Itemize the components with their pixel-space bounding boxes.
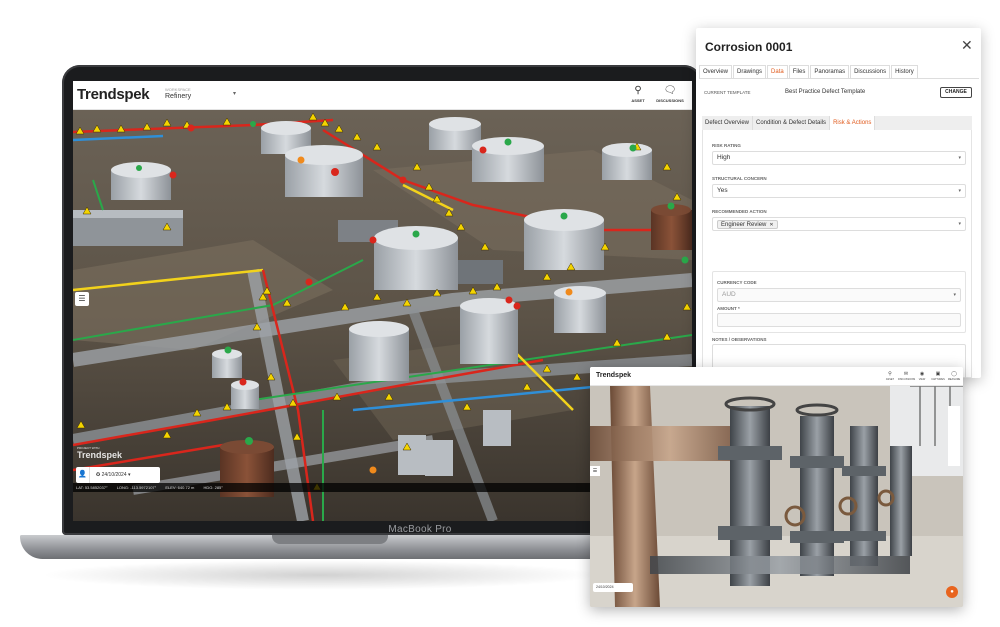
subtab-condition-details[interactable]: Condition & Defect Details xyxy=(753,116,831,130)
panorama-360-view[interactable] xyxy=(590,386,963,607)
app-topbar: Trendspek WORKSPACE Refinery ▾ ⚲ ASSET 🗨… xyxy=(73,81,692,110)
watermark-name: Trendspek xyxy=(77,450,123,460)
pano-measure-button[interactable]: ◯ MEASURE xyxy=(946,371,962,381)
eye-icon: ◉ xyxy=(919,371,925,377)
chat-icon: 🗨 xyxy=(663,85,677,96)
pano-asset-label: ASSET xyxy=(885,378,895,381)
risk-actions-form: RISK RATING High ▾ STRUCTURAL CONCERN Ye… xyxy=(702,130,972,378)
panorama-topbar: Trendspek ⚲ ASSET ✉ DISCUSSIONS ◉ VIEW ▣ CAP… xyxy=(590,367,963,386)
chevron-down-icon: ▾ xyxy=(128,472,131,478)
laptop-base xyxy=(20,535,640,559)
coord-heading: HDG: 285° xyxy=(203,485,223,490)
panel-tabs: Overview Drawings Data Files Panoramas D… xyxy=(699,65,979,79)
tag-label: Engineer Review xyxy=(721,222,767,228)
drone-icon: ✪ xyxy=(96,472,101,478)
pano-date-value: 24/10/2024 xyxy=(596,585,614,589)
tab-discussions[interactable]: Discussions xyxy=(850,65,891,78)
pano-asset-button[interactable]: ⚲ ASSET xyxy=(882,371,898,381)
chevron-down-icon: ▾ xyxy=(953,292,956,298)
laptop-model-label: MacBook Pro xyxy=(388,524,452,535)
discussions-label: DISCUSSIONS xyxy=(656,98,684,103)
defect-title: Corrosion 0001 xyxy=(705,40,793,54)
pano-layers-button[interactable]: ☰ xyxy=(590,466,600,476)
pano-view-label: VIEW xyxy=(918,378,926,381)
defect-data-panel: Corrosion 0001 ✕ Overview Drawings Data … xyxy=(696,28,981,378)
user-icon[interactable]: 👤 xyxy=(76,467,90,483)
coord-lat: LAT: 53.5852037° xyxy=(76,485,108,490)
recommended-action-tag[interactable]: Engineer Review ✕ xyxy=(717,220,778,229)
chevron-down-icon[interactable]: ▾ xyxy=(233,90,236,97)
template-value: Best Practice Defect Template xyxy=(785,89,866,95)
pano-discussions-label: DISCUSSIONS xyxy=(898,378,916,381)
amount-label: AMOUNT * xyxy=(717,306,740,311)
pano-measure-label: MEASURE xyxy=(947,378,961,381)
pano-discussions-button[interactable]: ✉ DISCUSSIONS xyxy=(898,371,916,381)
coord-long: LONG: -113.5972107° xyxy=(116,485,157,490)
panorama-logo: Trendspek xyxy=(596,372,632,379)
defect-subtabs: Defect Overview Condition & Defect Detai… xyxy=(702,116,972,130)
tab-files[interactable]: Files xyxy=(788,65,810,78)
cost-group: CURRENCY CODE AUD ▾ AMOUNT * xyxy=(712,271,966,333)
currency-code-value: AUD xyxy=(722,291,736,298)
pano-captures-button[interactable]: ▣ CAPTURES xyxy=(930,371,946,381)
ruler-icon: ◯ xyxy=(951,371,957,377)
pano-capture-date[interactable]: 24/10/2024 xyxy=(593,583,633,592)
risk-rating-label: RISK RATING xyxy=(712,143,741,148)
structural-concern-value: Yes xyxy=(717,187,728,194)
capture-date: 24/10/2024 xyxy=(101,472,127,478)
tab-data[interactable]: Data xyxy=(767,65,788,78)
tab-history[interactable]: History xyxy=(891,65,918,78)
chat-icon: ✉ xyxy=(903,371,909,377)
pano-captures-label: CAPTURES xyxy=(931,378,945,381)
chevron-down-icon: ▾ xyxy=(958,155,961,161)
close-icon[interactable]: ✕ xyxy=(961,38,973,52)
structural-concern-label: STRUCTURAL CONCERN xyxy=(712,176,767,181)
subtab-defect-overview[interactable]: Defect Overview xyxy=(702,116,754,130)
tab-drawings[interactable]: Drawings xyxy=(733,65,767,78)
template-caption: CURRENT TEMPLATE xyxy=(704,90,751,95)
tab-panoramas[interactable]: Panoramas xyxy=(810,65,850,78)
pano-view-button[interactable]: ◉ VIEW xyxy=(914,371,930,381)
recommended-action-select[interactable]: Engineer Review ✕ ▾ xyxy=(712,217,966,231)
subtab-risk-actions[interactable]: Risk & Actions xyxy=(830,116,876,130)
camera-icon: ▣ xyxy=(935,371,941,377)
structural-concern-select[interactable]: Yes ▾ xyxy=(712,184,966,198)
layers-list-button[interactable]: ☰ xyxy=(75,292,89,306)
notes-label: NOTES / OBSERVATIONS xyxy=(712,337,767,342)
laptop-shadow xyxy=(40,560,600,590)
chevron-down-icon: ▾ xyxy=(958,188,961,194)
risk-rating-select[interactable]: High ▾ xyxy=(712,151,966,165)
marketing-composite: MacBook Pro Trendspek WORKSPACE Refinery… xyxy=(0,0,1000,627)
change-template-button[interactable]: CHANGE xyxy=(940,87,972,98)
coord-elev: ELEV: 640.72 m xyxy=(165,485,195,490)
amount-input[interactable] xyxy=(717,313,961,327)
support-chat-icon[interactable]: ● xyxy=(946,586,958,598)
risk-rating-value: High xyxy=(717,154,731,161)
discussions-button[interactable]: 🗨 DISCUSSIONS xyxy=(650,85,690,103)
site-selector-value: Refinery xyxy=(165,93,192,100)
currency-code-select[interactable]: AUD ▾ xyxy=(717,288,961,302)
capture-controls: 👤 ✪ 24/10/2024 ▾ xyxy=(76,467,160,483)
laptop-notch xyxy=(272,535,388,544)
site-selector-caption: WORKSPACE xyxy=(165,87,191,92)
project-watermark: PROJECT WITH Trendspek xyxy=(77,446,122,460)
chevron-down-icon: ▾ xyxy=(958,221,961,227)
currency-code-label: CURRENCY CODE xyxy=(717,280,757,285)
tab-overview[interactable]: Overview xyxy=(699,65,733,78)
panorama-window: Trendspek ⚲ ASSET ✉ DISCUSSIONS ◉ VIEW ▣ CAP… xyxy=(590,367,963,607)
map-pin-icon: ⚲ xyxy=(888,371,892,377)
site-selector[interactable]: WORKSPACE Refinery xyxy=(165,87,241,100)
remove-tag-icon[interactable]: ✕ xyxy=(769,222,773,228)
capture-date-selector[interactable]: ✪ 24/10/2024 ▾ xyxy=(92,467,160,483)
app-logo: Trendspek xyxy=(77,86,150,103)
recommended-action-label: RECOMMENDED ACTION xyxy=(712,209,767,214)
